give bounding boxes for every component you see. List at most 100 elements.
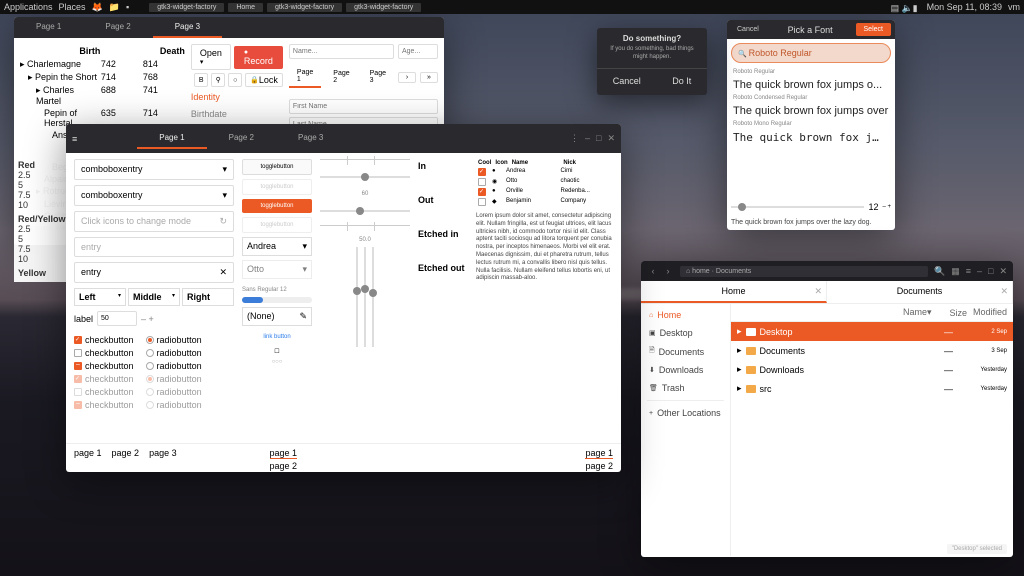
mode-entry[interactable]: Click icons to change mode↻	[74, 211, 234, 232]
chain-icon[interactable]: ⚲	[211, 73, 225, 87]
sidebar-downloads[interactable]: ⬇ Downloads	[641, 361, 730, 379]
vscale[interactable]	[356, 247, 358, 347]
lrm-combo[interactable]: Left ▾Middle ▾Right	[74, 288, 234, 306]
subtab-2[interactable]: Page 2	[325, 67, 357, 87]
maximize-icon[interactable]: □	[988, 266, 993, 277]
path-bar[interactable]: ⌂ home · Documents	[680, 266, 928, 277]
font-label: Sans Regular 12	[242, 287, 312, 293]
open-button[interactable]: Open ▾	[191, 44, 231, 70]
minimize-icon[interactable]: –	[977, 266, 982, 277]
bold-icon[interactable]: B	[194, 73, 208, 87]
files-icon[interactable]: 📁	[109, 2, 120, 13]
confirm-dialog: Do something? If you do something, bad t…	[597, 28, 707, 95]
dialog-message: If you do something, bad things might ha…	[597, 46, 707, 68]
togglebutton[interactable]: togglebutton	[242, 159, 312, 175]
vscale[interactable]	[364, 247, 366, 347]
comboboxentry[interactable]: comboboxentry▾	[74, 185, 234, 206]
otto-combo[interactable]: Otto▾	[242, 260, 312, 279]
entry[interactable]: entry✕	[74, 262, 234, 283]
tab-home[interactable]: Home✕	[641, 281, 827, 303]
terminal-icon[interactable]: ▪	[126, 2, 129, 12]
progress-bar	[242, 297, 312, 303]
first-name-input[interactable]	[289, 99, 438, 114]
hscale2[interactable]	[320, 201, 410, 221]
name-input[interactable]	[289, 44, 394, 59]
andrea-combo[interactable]: Andrea▾	[242, 237, 312, 256]
applications-menu[interactable]: Applications	[4, 2, 53, 12]
btab[interactable]: page 2	[585, 461, 613, 471]
next-icon[interactable]: ›	[398, 72, 416, 83]
battery-icon[interactable]: ▮	[913, 3, 921, 11]
menu-icon[interactable]: ⋮	[570, 133, 579, 144]
firefox-icon[interactable]: 🦊	[92, 2, 103, 13]
lorem-text: Lorem ipsum dolor sit amet, consectetur …	[476, 213, 613, 283]
btab[interactable]: page 2	[112, 448, 140, 472]
tab-page3[interactable]: Page 3	[153, 17, 222, 38]
tab-documents[interactable]: Documents✕	[827, 281, 1013, 303]
font-search[interactable]: 🔍 Roboto Regular	[731, 43, 891, 63]
select-button[interactable]: Select	[856, 23, 891, 36]
sidebar-home[interactable]: ⌂ Home	[641, 306, 730, 324]
maximize-icon[interactable]: □	[596, 133, 601, 144]
side-birthdate[interactable]: Birthdate	[191, 107, 283, 121]
cancel-button[interactable]: Cancel	[731, 23, 765, 36]
font-size-slider[interactable]: 12– +	[731, 202, 891, 212]
doit-button[interactable]: Do It	[664, 73, 699, 89]
tab-page2[interactable]: Page 2	[207, 128, 276, 149]
btab[interactable]: page 2	[270, 461, 298, 471]
minimize-icon[interactable]: –	[585, 133, 590, 144]
people-table[interactable]: CoolIconNameNick ●AndreaCimi◉Ottochaotic…	[476, 159, 613, 207]
menu-icon[interactable]: ≡	[72, 134, 77, 144]
btab[interactable]: page 1	[74, 448, 102, 472]
hscale[interactable]	[320, 167, 410, 187]
lock-button[interactable]: 🔒Lock	[245, 73, 283, 87]
task-item[interactable]: gtk3-widget-factory	[346, 3, 421, 12]
comboboxentry[interactable]: comboboxentry▾	[74, 159, 234, 180]
age-input[interactable]	[398, 44, 438, 59]
vscale[interactable]	[372, 247, 374, 347]
link-button[interactable]: link button	[242, 330, 312, 344]
cancel-button[interactable]: Cancel	[605, 73, 649, 89]
togglebutton-dim: togglebutton	[242, 179, 312, 195]
sidebar-other[interactable]: + Other Locations	[641, 404, 730, 422]
task-item[interactable]: Home	[228, 3, 263, 12]
tab-page1[interactable]: Page 1	[137, 128, 206, 149]
network-icon[interactable]: ▤	[891, 3, 899, 11]
sidebar-desktop[interactable]: ▣ Desktop	[641, 324, 730, 342]
togglebutton-dim2: togglebutton	[242, 217, 312, 233]
view-icon[interactable]: ▦	[951, 266, 960, 277]
tab-page3[interactable]: Page 3	[276, 128, 345, 149]
file-list[interactable]: Name▾SizeModified ▸ Desktop—2 Sep▸ Docum…	[731, 304, 1013, 556]
last-icon[interactable]: »	[420, 72, 438, 83]
side-identity[interactable]: Identity	[191, 90, 283, 104]
volume-icon[interactable]: 🔈	[902, 3, 910, 11]
places-menu[interactable]: Places	[59, 2, 86, 12]
tab-page2[interactable]: Page 2	[83, 17, 152, 38]
menu-icon[interactable]: ≡	[966, 266, 971, 277]
top-panel: Applications Places 🦊 📁 ▪ gtk3-widget-fa…	[0, 0, 1024, 14]
circle-icon[interactable]: ○	[228, 73, 242, 87]
scale-labels: Red 2.55 7.510 Red/Yellow 2.55 7.510 Yel…	[14, 152, 74, 282]
clock[interactable]: Mon Sep 11, 08:39	[927, 2, 1002, 12]
task-item[interactable]: gtk3-widget-factory	[149, 3, 224, 12]
togglebutton-on[interactable]: togglebutton	[242, 199, 312, 213]
record-button[interactable]: ● Record	[234, 46, 283, 69]
btab[interactable]: page 1	[585, 448, 613, 459]
btab[interactable]: page 1	[270, 448, 298, 459]
user-menu[interactable]: vm	[1008, 2, 1020, 12]
search-icon[interactable]: 🔍	[934, 266, 945, 277]
none-combo[interactable]: (None)✎	[242, 307, 312, 326]
font-list[interactable]: Roboto Regular The quick brown fox jumps…	[727, 67, 895, 146]
sidebar-documents[interactable]: 🗎 Documents	[641, 342, 730, 361]
spin-input[interactable]	[97, 311, 137, 326]
fwd-icon[interactable]: ›	[662, 265, 674, 277]
btab[interactable]: page 3	[149, 448, 177, 472]
subtab-3[interactable]: Page 3	[362, 67, 394, 87]
sidebar-trash[interactable]: 🗑 Trash	[641, 379, 730, 397]
close-icon[interactable]: ✕	[999, 266, 1007, 277]
back-icon[interactable]: ‹	[647, 265, 659, 277]
tab-page1[interactable]: Page 1	[14, 17, 83, 38]
task-item[interactable]: gtk3-widget-factory	[267, 3, 342, 12]
close-icon[interactable]: ✕	[607, 133, 615, 144]
subtab-1[interactable]: Page 1	[289, 66, 321, 88]
